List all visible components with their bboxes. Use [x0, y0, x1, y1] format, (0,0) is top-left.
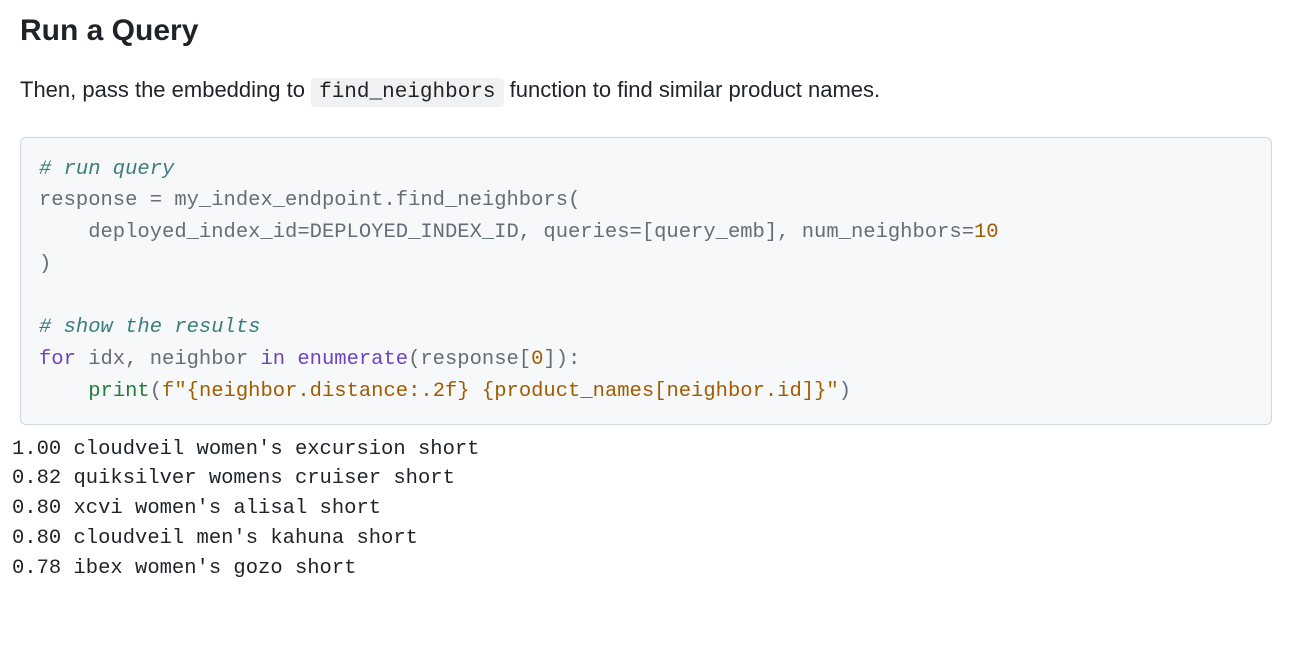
code-token: my_index_endpoint [162, 189, 383, 212]
inline-code-find-neighbors: find_neighbors [311, 78, 503, 107]
intro-paragraph: Then, pass the embedding to find_neighbo… [20, 73, 1272, 109]
code-token: DEPLOYED_INDEX_ID, queries [310, 221, 630, 244]
code-string [470, 380, 482, 403]
code-token [39, 380, 88, 403]
code-block[interactable]: # run query response = my_index_endpoint… [39, 154, 1253, 408]
code-token: = [150, 189, 162, 212]
code-number: 0 [531, 348, 543, 371]
code-token: ]): [543, 348, 580, 371]
output-line: 0.80 cloudveil men's kahuna short [12, 527, 418, 550]
code-token: = [630, 221, 642, 244]
code-token: response [39, 189, 150, 212]
code-comment: # run query [39, 158, 174, 181]
intro-prefix: Then, pass the embedding to [20, 77, 311, 102]
code-fstring: {product_names[neighbor.id]} [482, 380, 826, 403]
intro-suffix: function to find similar product names. [504, 77, 881, 102]
code-comment: # show the results [39, 316, 260, 339]
code-token [285, 348, 297, 371]
code-number: 10 [974, 221, 999, 244]
code-token: [query_emb], num_neighbors [642, 221, 962, 244]
code-string: " [826, 380, 838, 403]
code-token: . [383, 189, 395, 212]
code-token: ) [39, 253, 51, 276]
code-fstring: {neighbor.distance:.2f} [187, 380, 470, 403]
code-func: print [88, 380, 150, 403]
code-builtin: enumerate [297, 348, 408, 371]
code-token: idx, neighbor [76, 348, 261, 371]
code-keyword: for [39, 348, 76, 371]
code-token: deployed_index_id [39, 221, 297, 244]
output-line: 0.80 xcvi women's alisal short [12, 497, 381, 520]
code-token: ) [839, 380, 851, 403]
code-token: = [962, 221, 974, 244]
section-heading: Run a Query [20, 8, 1272, 53]
code-token: (response[ [408, 348, 531, 371]
code-block-container: # run query response = my_index_endpoint… [20, 137, 1272, 425]
output-line: 1.00 cloudveil women's excursion short [12, 438, 479, 461]
output-line: 0.82 quiksilver womens cruiser short [12, 467, 455, 490]
output-line: 0.78 ibex women's gozo short [12, 557, 356, 580]
code-string: f" [162, 380, 187, 403]
code-token: ( [150, 380, 162, 403]
output-block: 1.00 cloudveil women's excursion short 0… [12, 435, 1272, 584]
code-token: = [297, 221, 309, 244]
code-token: find_neighbors( [396, 189, 581, 212]
code-keyword: in [260, 348, 285, 371]
